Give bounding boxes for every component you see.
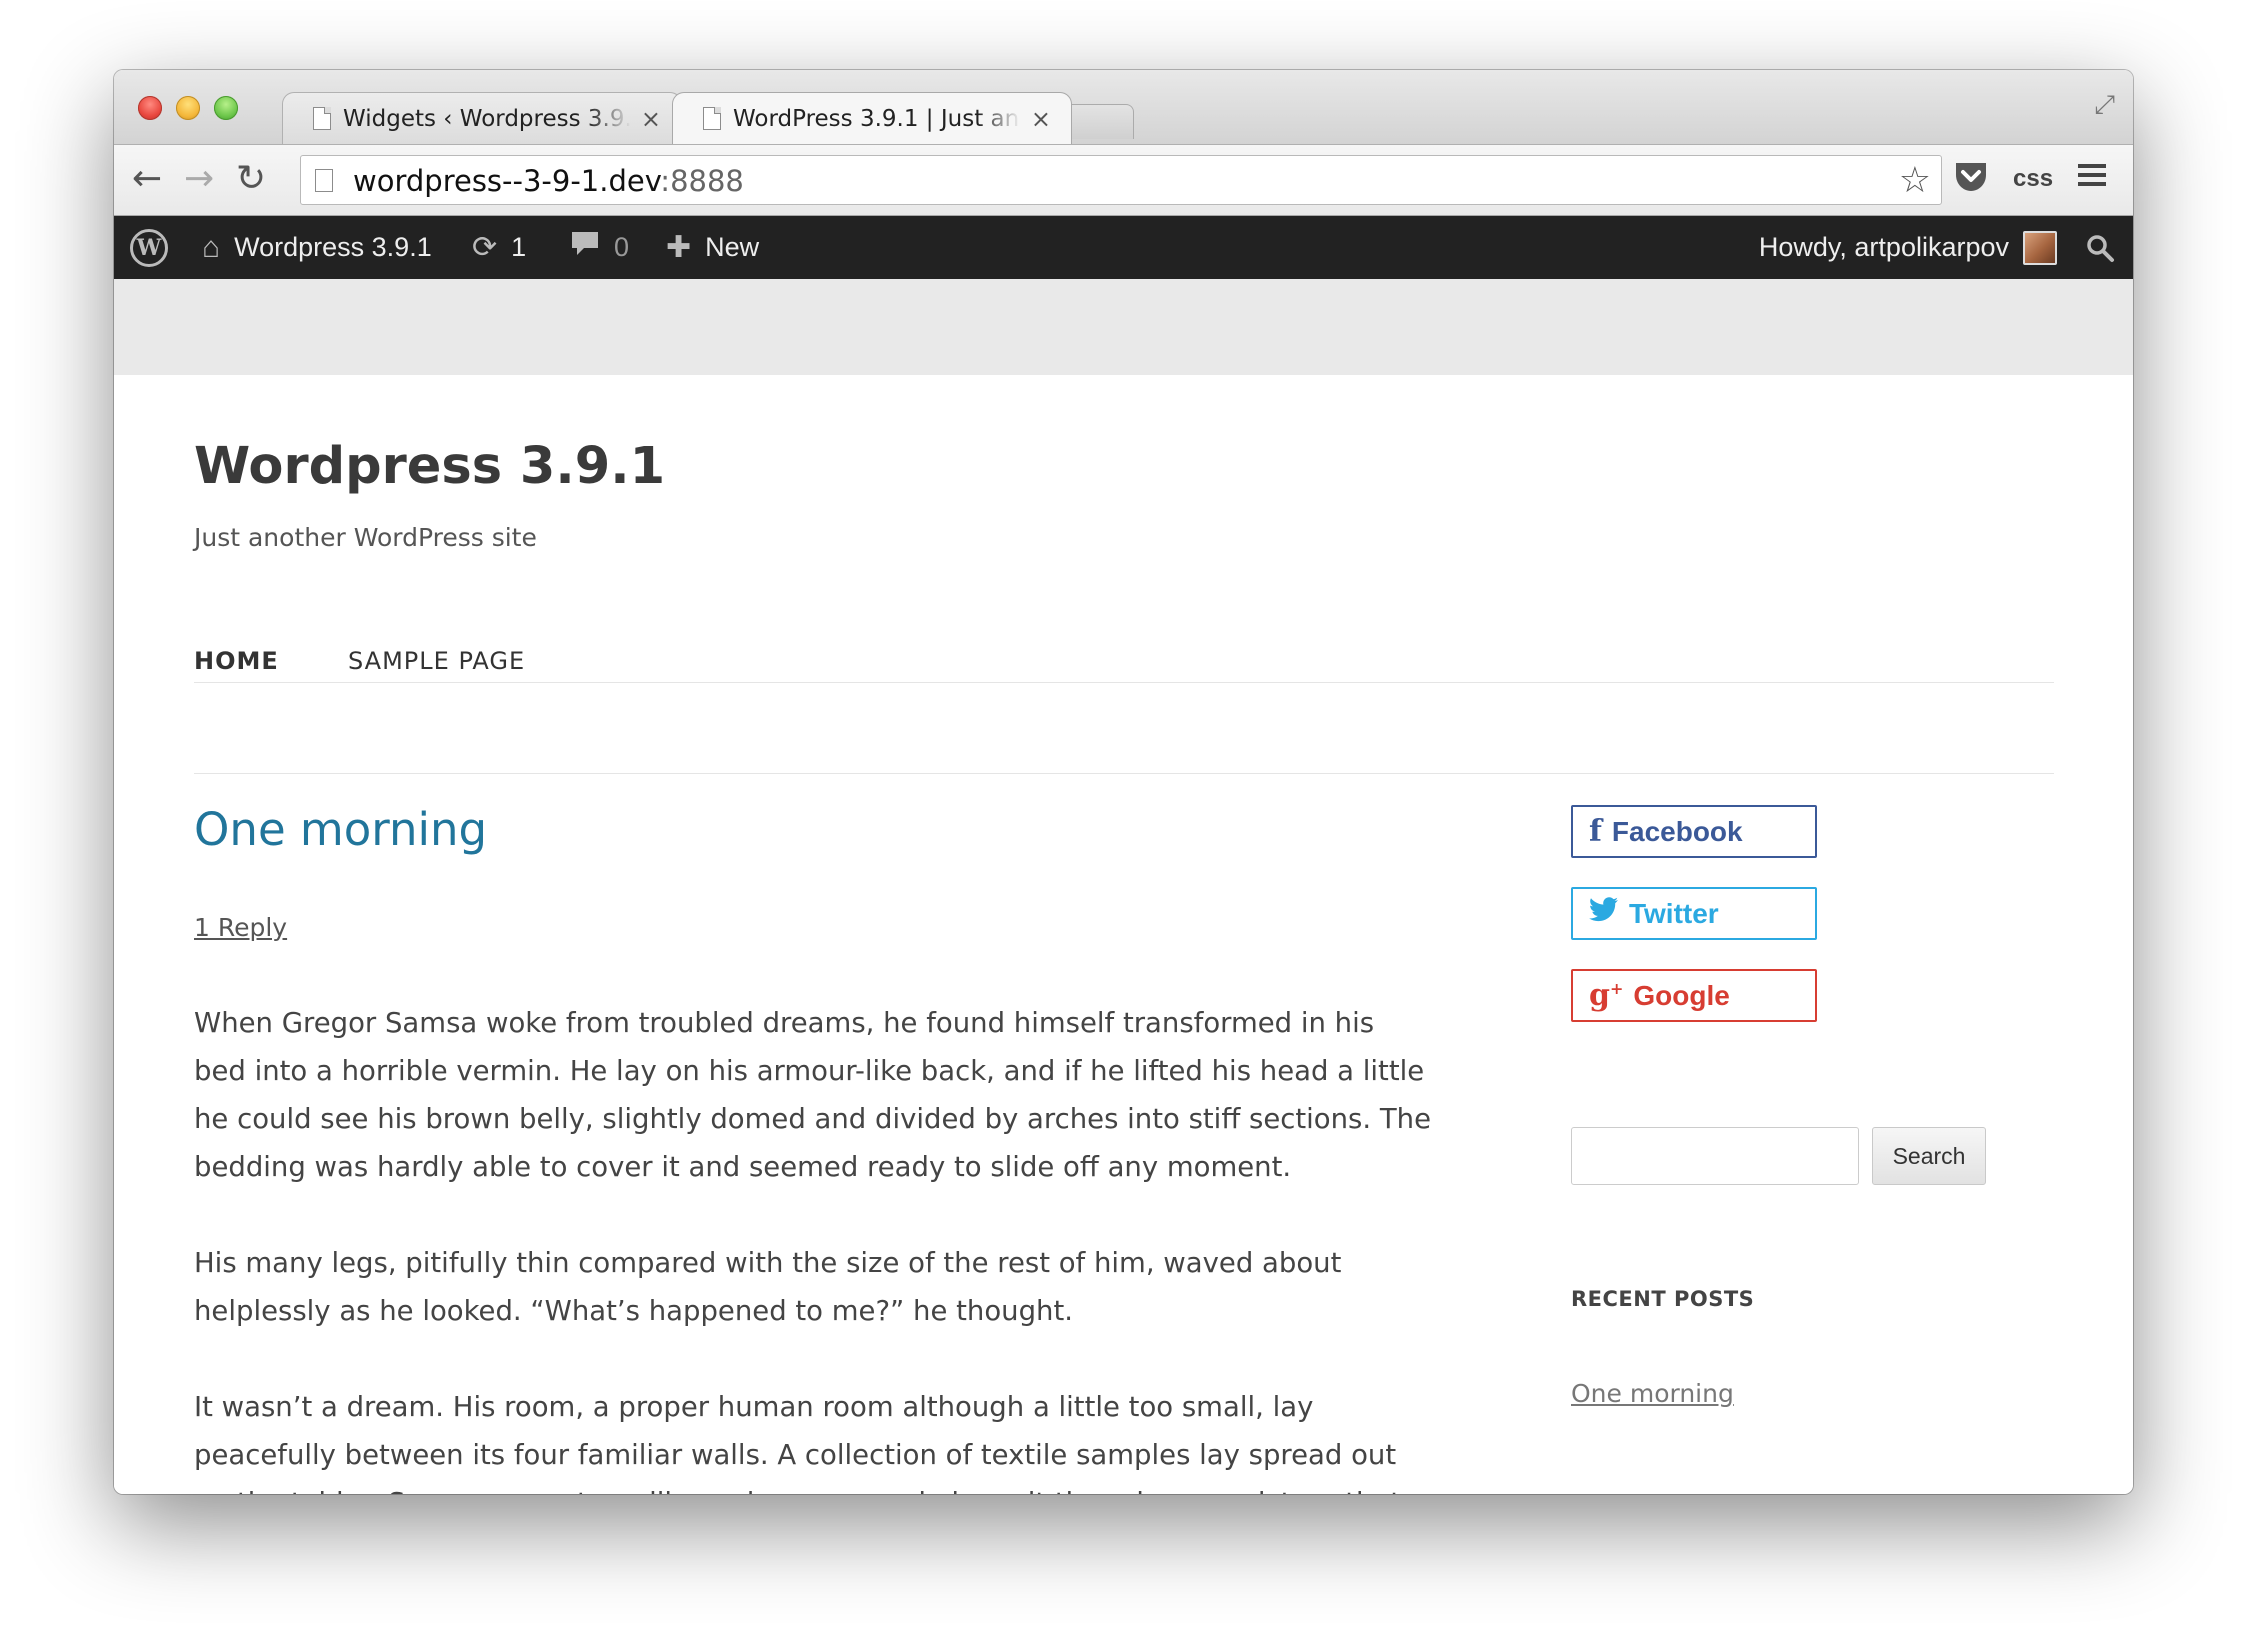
admin-account-menu[interactable]: Howdy, artpolikarpov (1759, 216, 2057, 279)
url-text: wordpress--3-9-1.dev:8888 (353, 164, 744, 198)
zoom-window-button[interactable] (214, 96, 238, 120)
post-title[interactable]: One morning (194, 803, 487, 856)
new-tab-button[interactable] (1062, 104, 1134, 139)
google-plus-share-button[interactable]: g+ Google (1571, 969, 1817, 1022)
hamburger-menu-icon[interactable] (2076, 159, 2108, 195)
browser-window: Widgets ‹ Wordpress 3.9.1 × WordPress 3.… (114, 70, 2133, 1494)
divider (194, 773, 2054, 774)
facebook-icon: f (1589, 814, 1602, 849)
css-extension-icon[interactable]: css (2013, 165, 2053, 193)
recent-post-link[interactable]: One morning (1571, 1379, 1734, 1408)
star-icon[interactable]: ☆ (1899, 160, 1931, 201)
admin-new-content[interactable]: ✚ New (666, 216, 759, 279)
site-title[interactable]: Wordpress 3.9.1 (194, 437, 665, 496)
pocket-icon[interactable] (1952, 157, 1990, 199)
close-tab-icon[interactable]: × (641, 105, 661, 133)
tab-title: WordPress 3.9.1 | Just another WordPress… (733, 105, 1021, 132)
tab-strip: Widgets ‹ Wordpress 3.9.1 × WordPress 3.… (114, 70, 2133, 144)
recent-posts-heading: RECENT POSTS (1571, 1287, 1755, 1311)
nav-item-sample-page[interactable]: SAMPLE PAGE (348, 647, 525, 675)
fullscreen-icon[interactable]: ⤢ (2094, 90, 2115, 121)
page-header-band (114, 279, 2133, 376)
wordpress-logo-icon: W (130, 228, 168, 267)
avatar (2023, 230, 2057, 265)
home-icon: ⌂ (202, 230, 221, 264)
close-tab-icon[interactable]: × (1031, 105, 1051, 133)
browser-toolbar: ← → ↻ wordpress--3-9-1.dev:8888 ☆ css (114, 144, 2133, 216)
back-arrow-icon[interactable]: ← (132, 159, 162, 199)
tab-wordpress-site[interactable]: WordPress 3.9.1 | Just another WordPress… (672, 92, 1072, 144)
minimize-window-button[interactable] (176, 96, 200, 120)
comment-bubble-icon (570, 230, 600, 266)
admin-updates[interactable]: ⟳ 1 (472, 216, 526, 279)
reload-icon[interactable]: ↻ (236, 159, 266, 199)
wp-admin-bar: W ⌂ Wordpress 3.9.1 ⟳ 1 0 ✚ New Howdy, a… (114, 216, 2133, 279)
admin-search-icon[interactable] (2085, 216, 2115, 279)
site-content: Wordpress 3.9.1 Just another WordPress s… (114, 375, 2133, 1494)
page-icon (315, 169, 333, 192)
updates-icon: ⟳ (472, 231, 498, 264)
tab-title: Widgets ‹ Wordpress 3.9.1 (343, 105, 631, 132)
admin-site-name[interactable]: ⌂ Wordpress 3.9.1 (202, 216, 432, 279)
post-paragraph: When Gregor Samsa woke from troubled dre… (194, 1007, 1432, 1183)
post-content: When Gregor Samsa woke from troubled dre… (194, 999, 1434, 1494)
address-bar[interactable]: wordpress--3-9-1.dev:8888 ☆ (300, 155, 1942, 205)
forward-arrow-icon[interactable]: → (184, 159, 214, 199)
post-paragraph: His many legs, pitifully thin compared w… (194, 1247, 1342, 1327)
nav-item-home[interactable]: HOME (194, 647, 279, 675)
site-description: Just another WordPress site (194, 523, 537, 552)
divider (194, 682, 2054, 683)
page-icon (313, 107, 331, 130)
twitter-bird-icon (1589, 896, 1619, 931)
search-input[interactable] (1571, 1127, 1859, 1185)
wp-logo-menu[interactable]: W (130, 216, 168, 279)
close-window-button[interactable] (138, 96, 162, 120)
page-icon (703, 107, 721, 130)
search-button[interactable]: Search (1872, 1127, 1986, 1185)
twitter-share-button[interactable]: Twitter (1571, 887, 1817, 940)
google-plus-icon: g+ (1589, 978, 1624, 1013)
tab-widgets[interactable]: Widgets ‹ Wordpress 3.9.1 × (282, 92, 682, 144)
admin-comments[interactable]: 0 (570, 216, 629, 279)
facebook-share-button[interactable]: f Facebook (1571, 805, 1817, 858)
reply-link[interactable]: 1 Reply (194, 913, 287, 942)
plus-icon: ✚ (666, 231, 692, 264)
post-paragraph: It wasn’t a dream. His room, a proper hu… (194, 1391, 1401, 1494)
